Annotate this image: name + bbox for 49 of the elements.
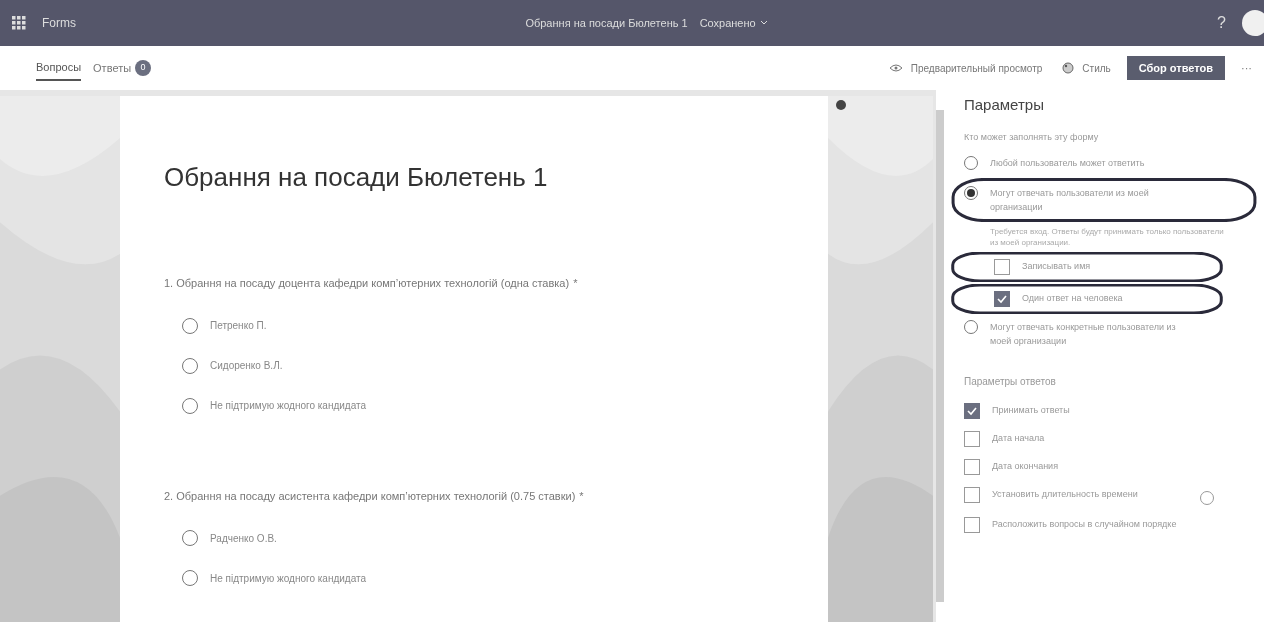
app-launcher-icon[interactable] — [12, 16, 26, 30]
checkbox-label: Расположить вопросы в случайном порядке — [992, 518, 1178, 531]
checkbox[interactable] — [994, 259, 1010, 275]
app-name[interactable]: Forms — [42, 14, 76, 32]
option-label: Радченко О.В. — [210, 531, 277, 546]
save-status[interactable]: Сохранено — [699, 14, 768, 32]
checkbox-label: Записывать имя — [1022, 260, 1091, 274]
tab[interactable]: Ответы — [93, 55, 132, 81]
form-heading: Обрання на посади Бюлетень 1 — [164, 161, 549, 194]
checkbox[interactable] — [964, 459, 980, 475]
checkbox[interactable] — [964, 431, 980, 447]
check-icon — [997, 294, 1007, 304]
collect-responses-button[interactable]: Сбор ответов — [1126, 56, 1225, 80]
preview-button[interactable]: Предварительный просмотр — [888, 60, 1043, 76]
avatar[interactable] — [1242, 10, 1264, 36]
chevron-icon — [759, 19, 768, 27]
radio-label: Любой пользователь может ответить — [990, 157, 1146, 170]
checkbox[interactable] — [964, 487, 980, 503]
setting-note: Требуется вход. Ответы будут принимать только пользователи из моей организации. — [989, 226, 1224, 248]
checkbox[interactable] — [964, 403, 980, 419]
radio-label: Могут отвечать конкретные пользователи из моей организации — [990, 321, 1177, 348]
panel-title: Параметры — [964, 95, 1045, 115]
tab[interactable]: Вопросы — [36, 54, 82, 82]
checkbox-label: Принимать ответы — [992, 404, 1071, 417]
section-label: Параметры ответов — [964, 375, 1057, 389]
required-mark: * — [573, 276, 578, 291]
required-mark: * — [579, 488, 584, 504]
eye-icon — [888, 64, 903, 72]
check-icon — [967, 406, 977, 416]
count-badge: 0 — [135, 60, 152, 76]
option-label: Не підтримую жодного кандидата — [210, 571, 367, 586]
checkbox[interactable] — [994, 291, 1010, 307]
checkbox-label: Установить длительность времени — [992, 488, 1139, 501]
checkbox-label: Дата окончания — [992, 460, 1059, 473]
option-label: Сидоренко В.Л. — [210, 359, 283, 373]
help-button[interactable]: ? — [1217, 11, 1226, 35]
checkbox-label: Один ответ на человека — [1022, 292, 1123, 306]
option-label: Не підтримую жодного кандидата — [210, 399, 367, 413]
style-button[interactable]: Стиль — [1062, 60, 1111, 76]
option-label: Петренко П. — [210, 319, 267, 333]
more-button[interactable]: ··· — [1241, 59, 1252, 77]
section-label: Кто может заполнять эту форму — [964, 130, 1100, 144]
radio-label: Могут отвечать пользователи из моей организации — [990, 187, 1150, 214]
question-text: 1. Обрання на посаду доцента кафедри комп’ютерних технологій (одна ставка) — [164, 276, 570, 291]
scrollbar[interactable] — [936, 110, 944, 602]
checkbox[interactable] — [964, 517, 980, 533]
checkbox-label: Дата начала — [992, 432, 1046, 445]
form-title: Обрання на посади Бюлетень 1 — [525, 15, 688, 31]
question-text: 2. Обрання на посаду асистента кафедри комп’ютерних технологій (0.75 ставки) — [164, 488, 576, 504]
